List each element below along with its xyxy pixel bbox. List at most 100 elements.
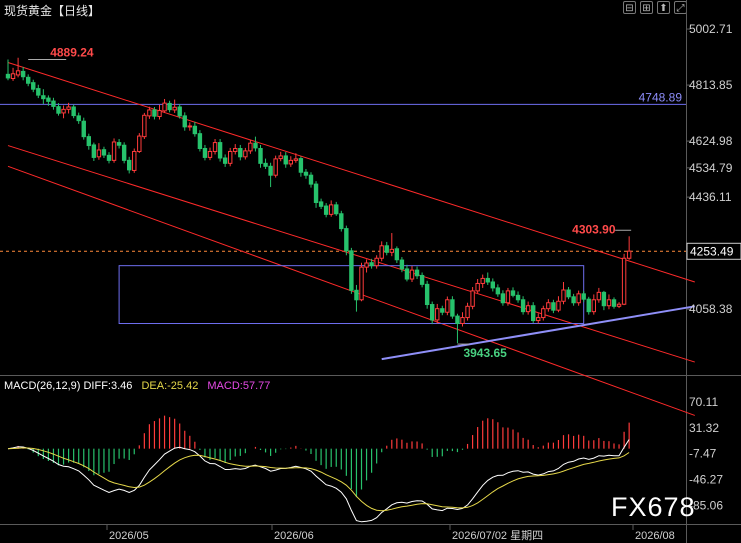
candle-body — [611, 299, 617, 307]
candle-body — [61, 108, 66, 114]
candle — [546, 299, 551, 312]
candle — [586, 296, 591, 315]
candle-body — [66, 106, 71, 110]
candle-body — [344, 228, 349, 252]
candle-body — [551, 302, 556, 311]
candle-body — [142, 114, 147, 138]
candle-body — [172, 106, 177, 111]
candle-body — [101, 149, 107, 156]
candle-body — [369, 262, 374, 267]
price-chart[interactable]: 4889.24 3943.65 4303.90 4748.89 5002.71 4813… — [0, 0, 741, 543]
candle — [288, 156, 294, 167]
candle — [142, 112, 147, 140]
candle-body — [566, 289, 571, 298]
candle — [15, 57, 21, 78]
candle-body — [253, 142, 258, 149]
candle — [202, 144, 208, 161]
candle-body — [606, 299, 612, 307]
macd-diff: DIFF:3.46 — [83, 380, 133, 392]
candle — [374, 255, 379, 269]
candle — [157, 104, 162, 120]
candle-body — [334, 204, 339, 215]
candle — [450, 296, 455, 319]
macd-axis-label: 31.32 — [689, 421, 719, 435]
candle — [384, 241, 389, 256]
candle — [409, 265, 415, 282]
candle-body — [71, 106, 76, 117]
candle — [551, 299, 556, 314]
candle — [177, 104, 182, 119]
candle — [435, 303, 440, 324]
candle — [339, 210, 344, 232]
candle-body — [399, 259, 405, 270]
candle — [76, 112, 81, 124]
candle — [31, 79, 36, 93]
candle-body — [278, 155, 283, 160]
candle-body — [525, 305, 531, 313]
candle-body — [424, 283, 430, 306]
candle — [475, 279, 480, 294]
candle-body — [228, 150, 233, 164]
candle — [520, 296, 526, 315]
candle — [308, 172, 314, 188]
candle-body — [495, 287, 501, 295]
candle-body — [419, 274, 425, 285]
candle-body — [187, 125, 193, 128]
watermark-logo: FX678 — [611, 492, 696, 522]
candle-body — [323, 205, 329, 215]
candle-body — [167, 102, 172, 111]
macd-name: MACD(26,12,9) — [4, 380, 81, 392]
candle — [606, 294, 612, 310]
candle — [26, 74, 31, 87]
candle-body — [212, 142, 218, 152]
candle — [253, 136, 258, 152]
candle-body — [359, 266, 364, 301]
candle — [323, 203, 329, 218]
candle-body — [238, 148, 243, 158]
candle-body — [106, 154, 112, 161]
candle — [485, 272, 490, 285]
candle — [86, 133, 91, 150]
candle — [61, 105, 66, 119]
candle — [56, 103, 61, 116]
candle-body — [510, 290, 516, 296]
candle-body — [490, 281, 496, 289]
macd-axis-label: -7.47 — [689, 447, 717, 461]
candle-body — [121, 144, 127, 161]
macd-legend: MACD(26,12,9) DIFF:3.46 DEA:-25.42 MACD:… — [4, 380, 270, 392]
candle-body — [450, 299, 455, 317]
high-price-label: 4889.24 — [50, 46, 94, 60]
candle-body — [222, 157, 228, 164]
macd-value: MACD:57.77 — [207, 380, 271, 392]
candle-body — [500, 293, 506, 304]
candle-body — [96, 149, 102, 158]
candle-body — [31, 82, 36, 90]
candle-body — [111, 141, 117, 161]
candle-body — [41, 95, 46, 100]
candle-body — [86, 136, 91, 147]
current-price-label: 4253.49 — [690, 244, 734, 258]
candle — [490, 278, 496, 292]
candle-body — [556, 300, 561, 311]
candle-body — [404, 268, 410, 280]
candle-body — [192, 125, 198, 135]
candle — [465, 302, 470, 321]
candle-body — [460, 317, 465, 325]
candle-body — [288, 159, 294, 165]
candle — [561, 281, 566, 305]
candle — [263, 158, 268, 169]
candle-body — [318, 201, 324, 207]
candle — [318, 198, 324, 210]
candle-body — [596, 291, 602, 301]
candle — [207, 147, 213, 161]
candle — [172, 99, 177, 113]
time-axis-label: 2026/05 — [109, 530, 149, 542]
candle — [394, 246, 400, 263]
candle — [36, 84, 41, 99]
macd-axis-label: -46.27 — [689, 473, 723, 487]
candle — [536, 313, 541, 324]
candle — [500, 290, 506, 306]
candle-body — [485, 277, 490, 283]
candle-body — [116, 142, 122, 146]
candle — [525, 301, 531, 315]
